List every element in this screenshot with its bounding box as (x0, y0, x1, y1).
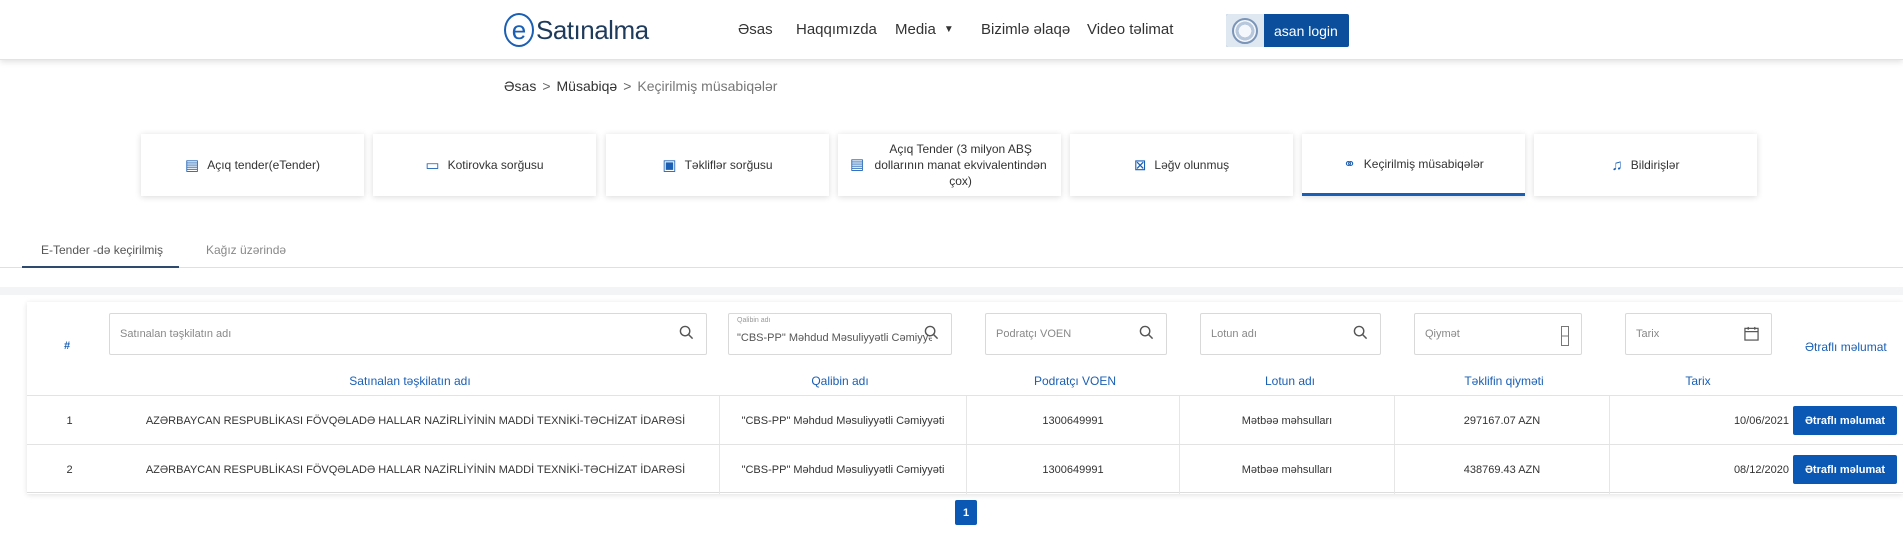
nav-about[interactable]: Haqqımızda (796, 21, 877, 38)
row-number: 2 (66, 463, 73, 476)
breadcrumb-section[interactable]: Müsabiqə (557, 78, 618, 94)
winner-cell: "CBS-PP" Məhdud Məsuliyyətli Cəmiyyəti (720, 396, 967, 445)
card-label: Bildirişlər (1630, 158, 1680, 172)
card-proposals[interactable]: ▣ Təkliflər sorğusu (606, 134, 829, 196)
row-number: 1 (66, 414, 73, 427)
voen-cell: 1300649991 (967, 445, 1180, 494)
tab-paper[interactable]: Kağız üzərində (206, 243, 286, 257)
winner-search-input[interactable]: Qalibin adı "CBS-PP" Məhdud Məsuliyyətli… (728, 313, 952, 355)
col-header-org: Satınalan təşkilatın adı (349, 374, 471, 388)
col-header-winner: Qalibin adı (811, 374, 869, 388)
card-completed[interactable]: ⚭ Keçirilmiş müsabiqələr (1302, 134, 1525, 196)
breadcrumb: Əsas > Müsabiqə > Keçirilmiş müsabiqələr (504, 78, 777, 94)
chevron-down-icon: ▼ (943, 24, 954, 35)
voen-cell: 1300649991 (967, 396, 1180, 445)
voen-search-input[interactable]: Podratçı VOEN (985, 313, 1167, 355)
table-row[interactable]: 2 AZƏRBAYCAN RESPUBLİKASI FÖVQƏLADƏ HALL… (27, 444, 1903, 494)
card-cancelled[interactable]: ⊠ Ləğv olunmuş (1070, 134, 1293, 196)
logo-text: Satınalma (536, 14, 649, 45)
lot-search-input[interactable]: Lotun adı (1200, 313, 1381, 355)
section-background (0, 287, 1903, 295)
date-input[interactable]: Tarix (1625, 313, 1772, 355)
row-number-header: # (64, 340, 71, 352)
table-row[interactable]: 1 AZƏRBAYCAN RESPUBLİKASI FÖVQƏLADƏ HALL… (27, 395, 1903, 445)
date-cell: 08/12/2020 (1733, 463, 1789, 476)
active-tab-indicator (22, 266, 179, 268)
asan-login-button[interactable]: asan login (1226, 14, 1349, 47)
site-logo[interactable]: e Satınalma (504, 12, 649, 48)
org-cell: AZƏRBAYCAN RESPUBLİKASI FÖVQƏLADƏ HALLAR… (112, 445, 720, 494)
details-button[interactable]: Ətraflı məlumat (1793, 455, 1897, 484)
document-icon: ▤ (850, 156, 865, 173)
card-label: Keçirilmiş müsabiqələr (1363, 156, 1484, 171)
card-label: Təkliflər sorğusu (684, 158, 773, 172)
search-icon[interactable] (924, 325, 939, 340)
number-spinner-icon[interactable] (1561, 326, 1569, 346)
lot-cell: Mətbəə məhsulları (1180, 445, 1395, 494)
nav-home[interactable]: Əsas (738, 21, 773, 38)
bell-icon: ♫ (1611, 156, 1623, 174)
card-label: Ləğv olunmuş (1154, 158, 1230, 172)
card-open-tender[interactable]: ▤ Açıq tender(eTender) (141, 134, 364, 196)
winner-field-label: Qalibin adı (737, 317, 771, 324)
nav-media[interactable]: Media ▼ (895, 21, 954, 38)
breadcrumb-sep: > (542, 78, 551, 94)
search-icon[interactable] (1139, 325, 1154, 340)
col-header-date: Tarix (1685, 374, 1711, 388)
winner-field-value: "CBS-PP" Məhdud Məsuliyyətli Cəmiyyəti (737, 332, 932, 344)
breadcrumb-sep: > (623, 78, 632, 94)
winner-cell: "CBS-PP" Məhdud Məsuliyyətli Cəmiyyəti (720, 445, 967, 494)
card-large-tender[interactable]: ▤ Açıq Tender (3 milyon ABŞ dollarının ma… (838, 134, 1061, 196)
asan-seal-icon (1226, 14, 1264, 47)
card-label: Açıq tender(eTender) (207, 158, 320, 172)
lot-placeholder: Lotun adı (1211, 328, 1257, 340)
card-label: Kotirovka sorğusu (447, 158, 544, 172)
card-label: Açıq Tender (3 milyon ABŞ dollarının man… (874, 142, 1047, 188)
org-search-input[interactable]: Satınalan təşkilatın adı (109, 313, 707, 355)
org-cell: AZƏRBAYCAN RESPUBLİKASI FÖVQƏLADƏ HALLAR… (112, 396, 720, 445)
details-button[interactable]: Ətraflı məlumat (1793, 406, 1897, 435)
asan-login-label: asan login (1274, 22, 1338, 39)
breadcrumb-current: Keçirilmiş müsabiqələr (637, 78, 778, 94)
message-icon: ▭ (425, 157, 440, 174)
breadcrumb-home[interactable]: Əsas (504, 78, 536, 94)
cancel-icon: ⊠ (1133, 157, 1147, 174)
tabs-divider (0, 267, 1903, 268)
date-cell: 10/06/2021 (1733, 414, 1789, 427)
price-placeholder: Qiymət (1425, 328, 1460, 340)
logo-mark: e (504, 13, 534, 47)
pagination-page-1[interactable]: 1 (955, 500, 977, 525)
col-header-price: Təklifin qiyməti (1464, 374, 1544, 388)
lot-cell: Mətbəə məhsulları (1180, 396, 1395, 445)
price-cell: 297167.07 AZN (1395, 396, 1610, 445)
card-quotation[interactable]: ▭ Kotirovka sorğusu (373, 134, 596, 196)
org-placeholder: Satınalan təşkilatın adı (120, 328, 232, 340)
card-notifications[interactable]: ♫ Bildirişlər (1534, 134, 1757, 196)
price-cell: 438769.43 AZN (1395, 445, 1610, 494)
document-icon: ▤ (185, 157, 200, 174)
col-header-lot: Lotun adı (1264, 374, 1316, 388)
link-icon: ⚭ (1343, 155, 1356, 173)
price-input[interactable]: Qiymət (1414, 313, 1582, 355)
date-placeholder: Tarix (1636, 328, 1660, 340)
nav-contact[interactable]: Bizimlə əlaqə (981, 21, 1070, 38)
search-icon[interactable] (1353, 325, 1368, 340)
nav-video[interactable]: Video təlimat (1087, 21, 1173, 38)
tab-etender[interactable]: E-Tender -də keçirilmiş (41, 243, 163, 257)
col-header-voen: Podratçı VOEN (1033, 374, 1117, 388)
nav-media-label: Media (895, 21, 936, 38)
chat-icon: ▣ (662, 157, 677, 174)
details-column-header: Ətraflı məlumat (1805, 340, 1887, 354)
calendar-icon[interactable] (1744, 326, 1759, 341)
site-header: e Satınalma Əsas Haqqımızda Media ▼ Bizim… (0, 0, 1903, 60)
search-icon[interactable] (679, 325, 694, 340)
voen-placeholder: Podratçı VOEN (996, 328, 1072, 340)
